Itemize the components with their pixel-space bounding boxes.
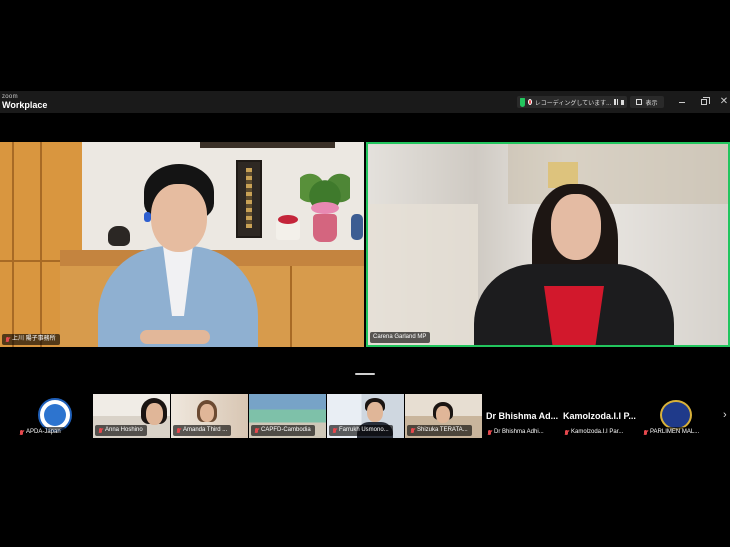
recording-indicator[interactable]: レコーディングしています... xyxy=(517,96,627,108)
thumb-name-tag: Anna Hoshino xyxy=(95,425,147,436)
mic-muted-icon xyxy=(643,429,648,436)
mic-muted-icon xyxy=(487,429,492,436)
blue-vase xyxy=(351,214,363,240)
thumb-name-tag: Farrukh Usmono... xyxy=(329,425,393,436)
thumb-name-tag-apda: APDA-Japan xyxy=(16,427,65,438)
participant-name: Kamolzoda.I.I Par... xyxy=(571,429,624,435)
pause-recording-icon[interactable] xyxy=(614,99,619,105)
mic-muted-icon xyxy=(5,336,10,343)
mic-muted-icon xyxy=(19,429,24,436)
participant-name-tag: 上川 陽子事務所 xyxy=(2,334,60,345)
mic-muted-icon xyxy=(176,427,181,434)
mic-muted-icon xyxy=(254,427,259,434)
next-page-chevron-icon[interactable]: › xyxy=(723,409,727,421)
stop-recording-icon[interactable] xyxy=(621,99,624,105)
participant-hands xyxy=(140,330,210,344)
participant-name: Anna Hoshino xyxy=(105,427,143,433)
video-tile-main-right-active-speaker[interactable]: Carena Garland MP xyxy=(366,142,730,347)
thumb-name-tag: Amanda Third ... xyxy=(173,425,232,436)
restore-button[interactable] xyxy=(699,97,710,107)
participant-name: APDA-Japan xyxy=(26,429,61,435)
mic-muted-icon xyxy=(564,429,569,436)
participant-name: PARLIMEN MAL... xyxy=(650,429,700,435)
participant-face xyxy=(146,403,163,425)
blurred-desk xyxy=(368,204,478,345)
participant-face xyxy=(367,402,383,422)
close-window-button[interactable]: ✕ xyxy=(719,97,729,107)
gallery-strip-handle[interactable] xyxy=(355,373,375,375)
mic-muted-icon xyxy=(410,427,415,434)
participant-name: Shizuka TERATA... xyxy=(417,427,468,433)
participant-name: Farrukh Usmono... xyxy=(339,427,389,433)
apda-logo-emblem xyxy=(44,404,66,426)
participant-top xyxy=(544,286,604,345)
thumb-tile-farrukh[interactable]: Farrukh Usmono... xyxy=(327,394,404,438)
participant-face xyxy=(200,404,214,422)
grid-view-icon xyxy=(636,99,643,105)
thumb-name-tag-bhishma: Dr Bhishma Adhi... xyxy=(484,427,548,438)
thumb-tile-shizuka[interactable]: Shizuka TERATA... xyxy=(405,394,482,438)
thumb-name-tag-parlimen: PARLIMEN MAL... xyxy=(640,427,704,438)
plant-flower xyxy=(311,202,339,214)
participant-name: 上川 陽子事務所 xyxy=(12,336,56,342)
close-icon: ✕ xyxy=(719,96,729,107)
cabinet-seam xyxy=(290,266,292,347)
flower-bowl xyxy=(276,215,300,240)
minimize-button[interactable] xyxy=(677,97,687,107)
cabinet-seam xyxy=(12,142,14,347)
blurred-shelf xyxy=(508,144,728,204)
thumb-display-name-kamolzoda: Kamolzoda.I.I P... xyxy=(563,411,636,421)
participant-face xyxy=(551,194,601,260)
thumb-name-tag-kamolzoda: Kamolzoda.I.I Par... xyxy=(561,427,628,438)
participant-name: CAPFD-Cambodia xyxy=(261,427,311,433)
mic-muted-icon xyxy=(98,427,103,434)
iron-kettle xyxy=(108,226,130,246)
mic-muted-icon xyxy=(332,427,337,434)
view-button-label: 表示 xyxy=(645,100,658,107)
thumb-tile-amanda[interactable]: Amanda Third ... xyxy=(171,394,248,438)
video-tile-main-left[interactable]: 上川 陽子事務所 xyxy=(0,142,364,347)
participant-name: Amanda Third ... xyxy=(183,427,228,433)
plant-pot xyxy=(313,214,337,242)
participant-face xyxy=(436,406,450,423)
view-button[interactable]: 表示 xyxy=(630,96,664,108)
thumb-name-tag: Shizuka TERATA... xyxy=(407,425,472,436)
thumb-tile-anna[interactable]: Anna Hoshino xyxy=(93,394,170,438)
parlimen-logo-avatar xyxy=(660,400,692,430)
cabinet-seam xyxy=(40,142,42,347)
logo-brand-main: Workplace xyxy=(2,100,48,110)
earpiece xyxy=(144,212,151,222)
wall-tapestry xyxy=(236,160,262,238)
thumb-tile-capfd[interactable]: CAPFD-Cambodia xyxy=(249,394,326,438)
recording-dot-icon xyxy=(527,99,532,105)
participant-name: Carena Garland MP xyxy=(373,334,427,340)
restore-icon xyxy=(701,97,710,105)
participant-name-tag: Carena Garland MP xyxy=(370,332,431,343)
wall-frame xyxy=(200,142,335,148)
participant-face xyxy=(151,184,207,252)
participant-name: Dr Bhishma Adhi... xyxy=(494,429,544,435)
zoom-workplace-logo: zoom Workplace xyxy=(2,94,47,110)
recording-status-text: レコーディングしています... xyxy=(534,100,612,107)
minimize-icon xyxy=(679,101,685,103)
security-shield-icon[interactable] xyxy=(520,97,525,107)
thumb-name-tag: CAPFD-Cambodia xyxy=(251,425,315,436)
thumb-display-name-bhishma: Dr Bhishma Ad... xyxy=(486,411,559,421)
